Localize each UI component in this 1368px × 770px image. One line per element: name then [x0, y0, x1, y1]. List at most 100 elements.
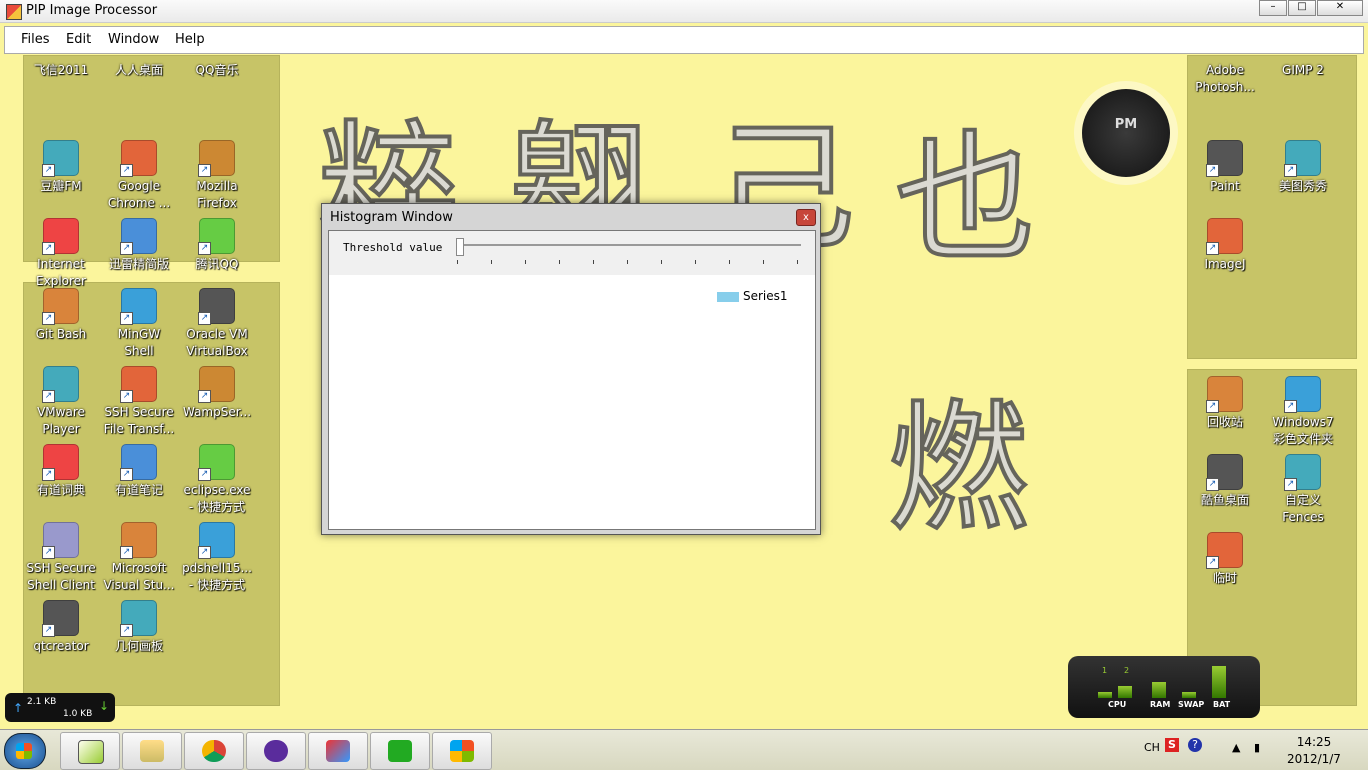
desktop-shortcut[interactable]: ↗ 有道笔记	[100, 444, 178, 499]
shortcut-arrow-icon: ↗	[198, 546, 211, 559]
desktop-shortcut[interactable]: ↗ 自定义 Fences	[1264, 454, 1342, 526]
close-button[interactable]: ✕	[1317, 0, 1363, 16]
douban-fm-icon: ↗	[42, 140, 79, 177]
shortcut-arrow-icon: ↗	[120, 624, 133, 637]
desktop-shortcut[interactable]: ↗ 豆瓣FM	[22, 140, 100, 195]
desktop-shortcut[interactable]: ↗ SSH Secure File Transf...	[100, 366, 178, 438]
start-button[interactable]	[4, 733, 46, 769]
shortcut-arrow-icon: ↗	[42, 242, 55, 255]
pdshell-icon: ↗	[198, 522, 235, 559]
desktop-shortcut-label: eclipse.exe - 快捷方式	[183, 483, 251, 514]
clock-time: 14:25	[1296, 735, 1332, 749]
visual-studio-icon	[264, 740, 288, 762]
menu-files[interactable]: Files	[21, 32, 50, 47]
git-icon: ↗	[42, 288, 79, 325]
desktop-shortcut[interactable]: ↗ 迅雷精简版	[100, 218, 178, 273]
shortcut-arrow-icon: ↗	[120, 468, 133, 481]
system-clock[interactable]: 14:25 2012/1/7	[1284, 734, 1344, 768]
clock-widget[interactable]: PM	[1074, 81, 1178, 185]
threshold-slider-track[interactable]	[459, 244, 801, 246]
threshold-tick	[457, 260, 458, 264]
bat-label: BAT	[1213, 700, 1231, 709]
taskbar-app-pip[interactable]	[60, 732, 120, 770]
desktop-shortcut[interactable]: ↗ WampSer...	[178, 366, 256, 421]
language-indicator[interactable]: CH	[1144, 741, 1160, 754]
desktop-shortcut[interactable]: ↗ 几何画板	[100, 600, 178, 655]
desktop-shortcut[interactable]: ↗ 美图秀秀	[1264, 140, 1342, 195]
desktop-shortcut-label: 迅雷精简版	[108, 257, 169, 271]
shortcut-arrow-icon: ↗	[1206, 556, 1219, 569]
app-titlebar: PIP Image Processor – □ ✕	[0, 0, 1368, 23]
desktop-shortcut[interactable]: ↗ Oracle VM VirtualBox	[178, 288, 256, 360]
desktop-shortcut[interactable]: ↗ eclipse.exe - 快捷方式	[178, 444, 256, 516]
desktop-shortcut[interactable]: ↗ SSH Secure Shell Client	[22, 522, 100, 594]
taskbar-app-chrome[interactable]	[184, 732, 244, 770]
qt-icon: ↗	[42, 600, 79, 637]
shortcut-arrow-icon: ↗	[42, 468, 55, 481]
menu-edit[interactable]: Edit	[66, 32, 91, 47]
power-icon[interactable]: ▮	[1254, 741, 1260, 754]
input-method-icon[interactable]: S	[1165, 738, 1179, 752]
desktop-shortcut[interactable]: ↗ Internet Explorer	[22, 218, 100, 290]
app-title: PIP Image Processor	[26, 3, 158, 18]
shortcut-arrow-icon: ↗	[120, 242, 133, 255]
threshold-tick	[559, 260, 560, 264]
desktop-shortcut-label: Microsoft Visual Stu...	[103, 561, 175, 592]
threshold-slider-thumb[interactable]	[456, 238, 464, 256]
menu-help[interactable]: Help	[175, 32, 205, 47]
desktop-shortcut-label: Internet Explorer	[36, 257, 86, 288]
desktop-shortcut-label: pdshell15... - 快捷方式	[182, 561, 252, 592]
maximize-button[interactable]: □	[1288, 0, 1316, 16]
desktop-shortcut[interactable]: 人人桌面	[100, 62, 178, 79]
desktop-shortcut[interactable]: ↗ Mozilla Firefox	[178, 140, 256, 212]
desktop-shortcut[interactable]: Adobe Photosh...	[1186, 62, 1264, 96]
desktop-shortcut-label: VMware Player	[37, 405, 85, 436]
desktop-shortcut[interactable]: ↗ 腾讯QQ	[178, 218, 256, 273]
ram-label: RAM	[1150, 700, 1171, 709]
ssh-client-icon: ↗	[42, 522, 79, 559]
desktop-shortcut[interactable]: ↗ 回收站	[1186, 376, 1264, 431]
desktop-shortcut-label: Windows7 彩色文件夹	[1272, 415, 1334, 446]
desktop-shortcut-label: ImageJ	[1204, 257, 1246, 271]
desktop-shortcut[interactable]: ↗ MinGW Shell	[100, 288, 178, 360]
virtualbox-icon: ↗	[198, 288, 235, 325]
shortcut-arrow-icon: ↗	[120, 312, 133, 325]
wamp-icon: ↗	[198, 366, 235, 403]
shortcut-arrow-icon: ↗	[198, 164, 211, 177]
tray-expand-icon[interactable]: ▲	[1232, 741, 1240, 754]
desktop-shortcut[interactable]: ↗ 有道词典	[22, 444, 100, 499]
desktop-shortcut[interactable]: ↗ Git Bash	[22, 288, 100, 343]
desktop-shortcut[interactable]: ↗ 酷鱼桌面	[1186, 454, 1264, 509]
shortcut-arrow-icon: ↗	[42, 546, 55, 559]
desktop-shortcut[interactable]: GIMP 2	[1264, 62, 1342, 79]
app-icon	[6, 4, 22, 20]
desktop-shortcut[interactable]: ↗ qtcreator	[22, 600, 100, 655]
desktop-shortcut[interactable]: ↗ Paint	[1186, 140, 1264, 195]
desktop-shortcut[interactable]: ↗ Windows7 彩色文件夹	[1264, 376, 1342, 448]
histogram-client: Threshold value Series1	[328, 230, 816, 530]
menu-window[interactable]: Window	[108, 32, 159, 47]
histogram-close-button[interactable]: x	[796, 209, 816, 226]
taskbar-app-visual-studio[interactable]	[246, 732, 306, 770]
visual-studio-icon: ↗	[120, 522, 157, 559]
taskbar-app-windows[interactable]	[432, 732, 492, 770]
desktop-shortcut[interactable]: 飞信2011	[22, 62, 100, 79]
histogram-title: Histogram Window	[330, 210, 453, 225]
desktop-shortcut-label: MinGW Shell	[117, 327, 161, 358]
desktop-shortcut-label: 美图秀秀	[1278, 179, 1327, 193]
desktop-shortcut[interactable]: ↗ 临时	[1186, 532, 1264, 587]
taskbar-app-explorer[interactable]	[122, 732, 182, 770]
taskbar-app-geometry[interactable]	[308, 732, 368, 770]
desktop-shortcut[interactable]: ↗ Google Chrome ...	[100, 140, 178, 212]
taskbar-app-git[interactable]	[370, 732, 430, 770]
desktop-shortcut-label: Oracle VM VirtualBox	[186, 327, 248, 358]
desktop-shortcut[interactable]: ↗ VMware Player	[22, 366, 100, 438]
desktop-shortcut[interactable]: ↗ ImageJ	[1186, 218, 1264, 273]
help-icon[interactable]: ?	[1188, 738, 1202, 752]
desktop-shortcut[interactable]: ↗ Microsoft Visual Stu...	[100, 522, 178, 594]
desktop-shortcut[interactable]: QQ音乐	[178, 62, 256, 79]
bat-bar	[1212, 666, 1226, 698]
desktop-shortcut[interactable]: ↗ pdshell15... - 快捷方式	[178, 522, 256, 594]
minimize-button[interactable]: –	[1259, 0, 1287, 16]
shortcut-arrow-icon: ↗	[1284, 400, 1297, 413]
